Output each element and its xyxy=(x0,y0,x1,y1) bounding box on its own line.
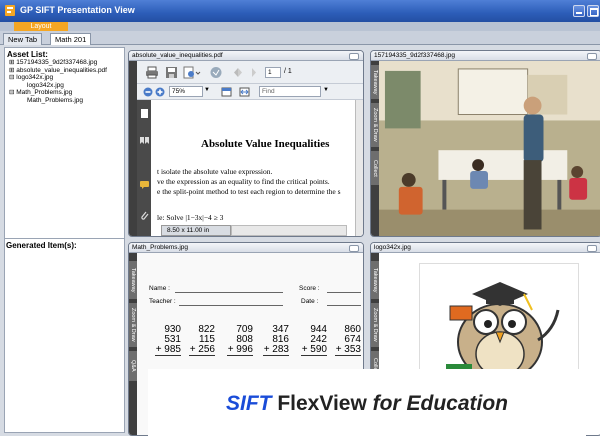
math-problem: 709 808 + 996 xyxy=(227,324,253,356)
window-titlebar: GP SIFT Presentation View xyxy=(0,0,600,22)
side-tab-qa[interactable]: Q&A xyxy=(129,351,137,381)
ribbon: Layout xyxy=(0,22,600,31)
worksheet-score-label: Score : xyxy=(299,285,320,292)
asset-tree: ⊞ 157194335_9d2f337468.jpg ⊞ absolute_va… xyxy=(5,59,124,104)
maximize-button[interactable] xyxy=(587,5,599,17)
find-dropdown-chevron-icon[interactable]: ▼ xyxy=(323,87,329,93)
asset-item[interactable]: ⊞ 157194335_9d2f337468.jpg xyxy=(9,59,124,67)
promo-banner: SIFT FlexView for Education xyxy=(148,369,586,436)
zoom-in-icon[interactable] xyxy=(155,87,165,97)
banner-brand: SIFT xyxy=(225,392,272,415)
share-icon[interactable] xyxy=(183,66,201,79)
side-tab-takeaway[interactable]: Takeaway xyxy=(371,261,379,299)
page-total: / 1 xyxy=(284,68,292,75)
find-input[interactable]: Find xyxy=(259,86,321,97)
worksheet-line xyxy=(327,292,361,293)
side-tab-collect[interactable]: Collect xyxy=(371,151,379,185)
page-thumbnails-icon[interactable] xyxy=(140,108,149,119)
worksheet-line xyxy=(327,305,361,306)
pdf-text-line: ve the expression as an equality to find… xyxy=(157,177,330,186)
fit-page-icon[interactable] xyxy=(221,87,232,97)
asset-list-heading: Asset List: xyxy=(7,50,48,59)
banner-suffix: for Education xyxy=(372,392,509,415)
viewer-close-button[interactable] xyxy=(349,245,359,252)
pdf-text-line: e the split-point method to test each re… xyxy=(157,187,341,196)
attachments-icon[interactable] xyxy=(139,210,150,221)
asset-item[interactable]: ⊞ absolute_value_inequalities.pdf xyxy=(9,67,124,75)
pdf-vertical-scrollbar[interactable] xyxy=(355,100,363,236)
side-tab-zoom-draw[interactable]: Zoom & Draw xyxy=(371,303,379,347)
banner-text: SIFT FlexView for Education xyxy=(148,392,586,416)
viewer-header: 157194335_9d2f337468.jpg xyxy=(371,51,600,61)
owl-mascot-icon xyxy=(446,282,560,381)
comments-icon[interactable] xyxy=(139,180,150,190)
page-nav-arrows-icon[interactable] xyxy=(233,67,257,78)
side-tab-takeaway[interactable]: Takeaway xyxy=(129,261,137,299)
page-number-field[interactable]: 1 xyxy=(265,67,281,78)
generated-items-heading: Generated Item(s): xyxy=(6,241,77,250)
viewer-side-strip xyxy=(129,61,137,236)
tab-bar: New Tab Math 201 xyxy=(0,31,600,45)
photo-viewer: 157194335_9d2f337468.jpg Takeaway Zoom &… xyxy=(370,50,600,237)
worksheet-date-label: Date : xyxy=(301,298,319,305)
math-problem: 822 115 + 256 xyxy=(189,324,215,356)
viewer-header: Math_Problems.jpg xyxy=(129,243,363,253)
pdf-zoom-toolbar: 75% ▼ Find ▼ xyxy=(137,84,363,100)
asset-child-item[interactable]: Math_Problems.jpg xyxy=(9,97,124,105)
math-problem: 347 816 + 283 xyxy=(263,324,289,356)
asset-item[interactable]: ⊟ logo342x.jpg xyxy=(9,74,124,82)
math-problem: 860 674 + 353 xyxy=(335,324,361,356)
layout-button[interactable]: Layout xyxy=(14,22,68,31)
fit-width-icon[interactable] xyxy=(239,87,250,97)
worksheet-name-label: Name : xyxy=(149,285,170,292)
pdf-viewer: absolute_value_inequalities.pdf 1 / 1 75… xyxy=(128,50,364,237)
viewer-close-button[interactable] xyxy=(587,53,597,60)
tab-math-201[interactable]: Math 201 xyxy=(50,33,92,45)
bookmarks-icon[interactable] xyxy=(139,136,150,145)
pdf-text-line: le: Solve |1−3x|−4 ≥ 3 xyxy=(157,213,224,222)
viewer-header: logo342x.jpg xyxy=(371,243,600,253)
pdf-sidebar xyxy=(137,100,151,236)
generated-items-section: Generated Item(s): xyxy=(4,238,125,250)
pdf-toolbar: 1 / 1 xyxy=(137,61,363,84)
pdf-text-line: t isolate the absolute value expression. xyxy=(157,167,273,176)
pdf-horizontal-scrollbar[interactable] xyxy=(231,225,347,236)
asset-child-item[interactable]: logo342x.jpg xyxy=(9,82,124,90)
math-problem: 930 531 + 985 xyxy=(155,324,181,356)
side-tab-zoom-draw[interactable]: Zoom & Draw xyxy=(129,303,137,347)
worksheet-line xyxy=(179,305,283,306)
asset-panel: Asset List: ⊞ 157194335_9d2f337468.jpg ⊞… xyxy=(4,47,125,433)
window-title: GP SIFT Presentation View xyxy=(20,5,135,15)
side-tab-zoom-draw[interactable]: Zoom & Draw xyxy=(371,103,379,147)
zoom-dropdown-chevron-icon[interactable]: ▼ xyxy=(204,87,210,93)
minimize-button[interactable] xyxy=(573,5,585,17)
asset-item[interactable]: ⊟ Math_Problems.jpg xyxy=(9,89,124,97)
viewer-side-tabs: Takeaway Zoom & Draw Collect xyxy=(371,61,379,236)
worksheet-line xyxy=(175,292,283,293)
classroom-photo xyxy=(379,61,600,236)
viewer-header: absolute_value_inequalities.pdf xyxy=(129,51,363,61)
zoom-out-icon[interactable] xyxy=(143,87,153,97)
side-tab-takeaway[interactable]: Takeaway xyxy=(371,65,379,99)
worksheet-teacher-label: Teacher : xyxy=(149,298,176,305)
save-icon[interactable] xyxy=(165,66,178,79)
banner-product: FlexView xyxy=(277,392,367,415)
print-icon[interactable] xyxy=(145,66,159,79)
pdf-document-title: Absolute Value Inequalities xyxy=(201,138,330,150)
page-size-indicator: 8.50 x 11.00 in xyxy=(161,225,231,236)
app-icon xyxy=(5,5,15,16)
review-icon[interactable] xyxy=(209,66,223,79)
math-problem: 944 242 + 590 xyxy=(301,324,327,356)
tab-new-tab[interactable]: New Tab xyxy=(3,33,43,45)
zoom-select[interactable]: 75% xyxy=(169,86,203,97)
viewer-side-tabs: Takeaway Zoom & Draw Q&A xyxy=(129,253,137,435)
viewer-close-button[interactable] xyxy=(349,53,359,60)
viewer-close-button[interactable] xyxy=(587,245,597,252)
